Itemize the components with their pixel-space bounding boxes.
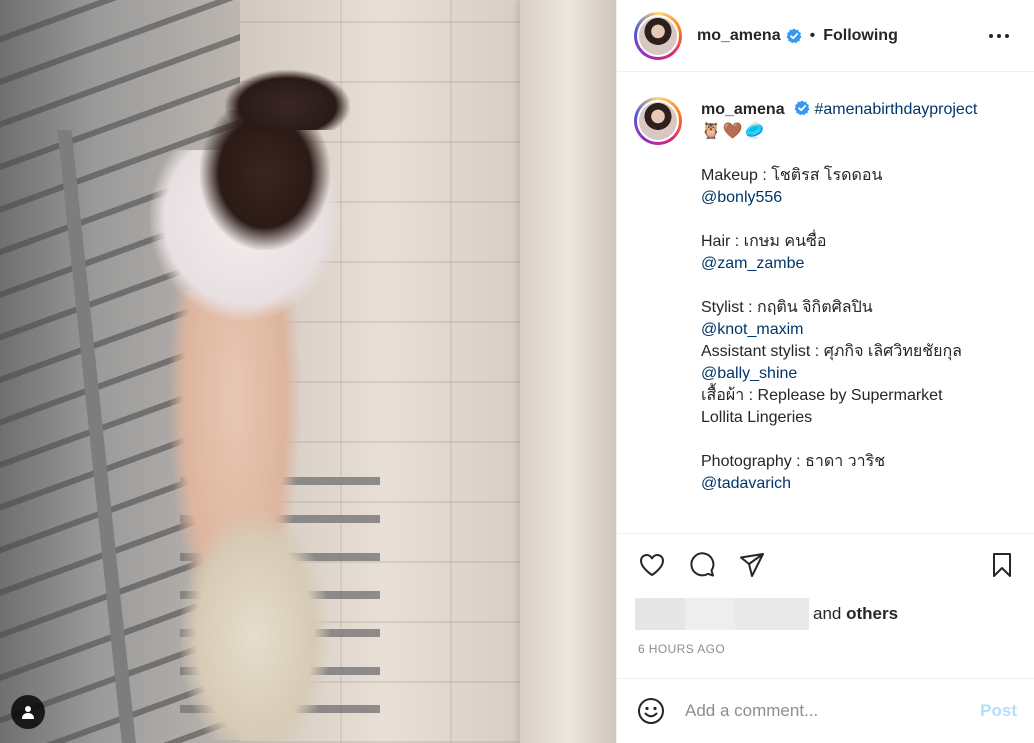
action-bar xyxy=(617,533,1034,595)
caption-avatar[interactable] xyxy=(634,97,682,145)
post-detail-panel: mo_amena • Following mo_amena #amenabirt… xyxy=(616,0,1034,743)
liker-avatar[interactable] xyxy=(685,598,735,630)
more-options-icon[interactable] xyxy=(989,28,1013,44)
heart-icon[interactable] xyxy=(638,551,666,579)
liker-avatar[interactable] xyxy=(735,598,809,630)
mention-link[interactable]: @knot_maxim xyxy=(701,321,804,338)
follow-separator: • xyxy=(809,26,816,44)
post-comment-button[interactable]: Post xyxy=(980,701,1017,721)
likes-others-link[interactable]: others xyxy=(846,604,898,623)
photo-figure-hair xyxy=(200,110,330,250)
verified-badge-icon xyxy=(786,28,802,43)
caption-text: mo_amena #amenabirthdayproject 🦉🤎🥏 Makeu… xyxy=(701,97,1031,495)
mention-link[interactable]: @bally_shine xyxy=(701,365,797,382)
caption-username[interactable]: mo_amena xyxy=(701,101,785,118)
user-tag-icon[interactable] xyxy=(11,695,45,729)
caption-hair: Hair : เกษม คนซื่อ xyxy=(701,233,827,250)
comment-icon[interactable] xyxy=(688,551,716,579)
caption-clothes-line1: เสื้อผ้า : Replease by Supermarket xyxy=(701,387,943,404)
photo-figure-hat xyxy=(225,70,350,130)
likes-and: and xyxy=(813,604,842,623)
following-button[interactable]: Following xyxy=(823,27,898,45)
emoji-icon[interactable] xyxy=(637,697,665,725)
caption-stylist: Stylist : กฤติน จิกิตศิลปิน xyxy=(701,299,873,316)
avatar[interactable] xyxy=(634,11,682,60)
caption-emojis: 🦉🤎🥏 xyxy=(701,123,767,140)
caption-makeup: Makeup : โชติรส โรดดอน xyxy=(701,167,883,184)
likes-summary[interactable]: and others xyxy=(635,598,898,630)
mention-link[interactable]: @tadavarich xyxy=(701,475,791,492)
mention-link[interactable]: @bonly556 xyxy=(701,189,782,206)
comment-input[interactable] xyxy=(685,701,955,721)
caption-clothes-line2: Lollita Lingeries xyxy=(701,409,813,426)
hashtag-link[interactable]: #amenabirthdayproject xyxy=(815,101,978,118)
caption-comment: mo_amena #amenabirthdayproject 🦉🤎🥏 Makeu… xyxy=(634,97,1031,495)
caption-area: mo_amena #amenabirthdayproject 🦉🤎🥏 Makeu… xyxy=(617,73,1034,533)
caption-assistant: Assistant stylist : ศุภกิจ เลิศวิทยชัยกุ… xyxy=(701,343,962,360)
post-header: mo_amena • Following xyxy=(617,0,1034,72)
post-timestamp[interactable]: 6 HOURS AGO xyxy=(638,642,725,656)
mention-link[interactable]: @zam_zambe xyxy=(701,255,804,272)
post-photo[interactable] xyxy=(0,0,616,743)
caption-photography: Photography : ธาดา วาริช xyxy=(701,453,886,470)
verified-badge-icon xyxy=(794,100,810,116)
photo-pillar xyxy=(520,0,616,743)
share-icon[interactable] xyxy=(738,551,766,579)
photo-figure-boots xyxy=(180,510,330,740)
bookmark-icon[interactable] xyxy=(988,551,1016,579)
comment-bar: Post xyxy=(617,678,1034,743)
header-username[interactable]: mo_amena xyxy=(697,27,781,45)
liker-avatar[interactable] xyxy=(635,598,685,630)
